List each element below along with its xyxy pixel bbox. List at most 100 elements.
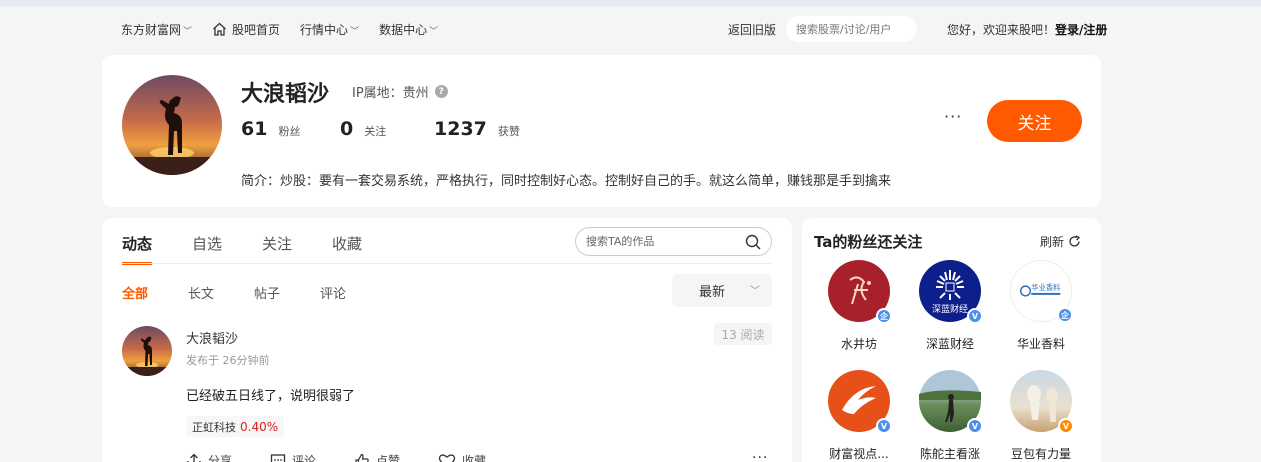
login-link[interactable]: 登录/注册 — [1055, 21, 1107, 38]
favorite-label: 收藏 — [462, 454, 487, 462]
fans-stat[interactable]: 61 粉丝 — [241, 118, 340, 140]
refresh-button[interactable]: 刷新 — [1040, 233, 1081, 250]
verified-badge-icon: V — [967, 308, 983, 324]
subtab-posts[interactable]: 帖子 — [254, 283, 280, 302]
sort-select-value: 最新 — [699, 285, 726, 300]
subtab-comments[interactable]: 评论 — [320, 283, 346, 302]
fan-name: 豆包有力量 — [1010, 447, 1071, 461]
follow-button[interactable]: 关注 — [987, 100, 1082, 142]
nav-market-center[interactable]: 行情中心 ﹀ — [300, 21, 359, 38]
comment-button[interactable]: 评论 — [270, 452, 316, 462]
verified-badge-icon: V — [967, 418, 983, 434]
refresh-icon — [1069, 235, 1081, 247]
fan-card[interactable]: V 财富视点... — [819, 370, 899, 462]
svg-text:深蓝财经: 深蓝财经 — [932, 303, 968, 315]
avatar[interactable]: 企 — [828, 260, 892, 324]
comment-icon — [270, 453, 286, 462]
avatar[interactable]: 深蓝财经 V — [919, 260, 983, 324]
nav-data-center[interactable]: 数据中心 ﹀ — [379, 21, 438, 38]
fan-name: 华业香料 — [1016, 337, 1065, 351]
verified-badge-icon: V — [876, 418, 892, 434]
feed-tabs: 动态 自选 关注 收藏 — [122, 233, 402, 265]
like-label: 点赞 — [376, 454, 401, 462]
tab-watchlist[interactable]: 自选 — [192, 233, 222, 265]
soldier-salute-avatar-image — [122, 75, 222, 175]
heart-icon — [438, 453, 456, 462]
avatar[interactable]: V — [919, 370, 983, 434]
nav-data-center-label: 数据中心 — [379, 22, 428, 37]
search-icon[interactable] — [745, 234, 761, 250]
post-author[interactable]: 大浪韬沙 — [186, 328, 238, 347]
ip-location: IP属地：贵州 ? — [352, 82, 448, 101]
fan-card[interactable]: 深蓝财经 V 深蓝财经 — [910, 260, 990, 352]
nav-guba-home-label: 股吧首页 — [232, 22, 281, 37]
likes-count: 1237 — [434, 118, 487, 140]
post-content[interactable]: 已经破五日线了，说明很弱了 — [186, 385, 355, 404]
favorite-button[interactable]: 收藏 — [438, 452, 486, 462]
share-label: 分享 — [208, 454, 233, 462]
post-more-button[interactable]: ··· — [752, 450, 768, 462]
share-button[interactable]: 分享 — [186, 452, 232, 462]
profile-username: 大浪韬沙 — [241, 82, 330, 107]
profile-bio: 简介：炒股：要有一套交易系统，严格执行，同时控制好心态。控制好自己的手。就这么简… — [241, 174, 892, 189]
fan-name: 深蓝财经 — [925, 337, 974, 351]
chevron-down-icon: ﹀ — [750, 286, 760, 297]
nav-left: 东方财富网 ﹀ 股吧首页 行情中心 ﹀ 数据中心 ﹀ — [121, 6, 458, 52]
stock-tag[interactable]: 正虹科技 0.40% — [186, 416, 285, 437]
nav-guba-home[interactable]: 股吧首页 — [212, 21, 280, 38]
sort-select[interactable]: 最新 ﹀ — [672, 274, 772, 307]
stock-name: 正虹科技 — [192, 420, 236, 434]
tab-dynamic[interactable]: 动态 — [122, 233, 153, 265]
chevron-down-icon: ﹀ — [350, 26, 360, 37]
nav-market-center-label: 行情中心 — [300, 22, 349, 37]
subtab-long-articles[interactable]: 长文 — [188, 283, 214, 302]
works-search — [575, 227, 772, 256]
chevron-down-icon: ﹀ — [429, 26, 439, 37]
works-search-input[interactable] — [586, 235, 741, 248]
post-time: 发布于 26分钟前 — [186, 354, 270, 367]
avatar[interactable]: V — [828, 370, 892, 434]
global-search-input[interactable] — [796, 22, 912, 36]
help-icon[interactable]: ? — [434, 85, 448, 98]
nav-right: 返回旧版 — [728, 6, 918, 52]
avatar[interactable]: V — [1010, 370, 1074, 434]
welcome-text: 您好，欢迎来股吧！ — [947, 22, 1056, 37]
avatar — [122, 75, 222, 175]
post-avatar[interactable] — [122, 326, 172, 376]
following-count: 0 — [340, 118, 354, 140]
recommend-card: Ta的粉丝还关注 刷新 企 水井坊 深蓝财经 V 深蓝财经 华业香料 企 华业香… — [802, 218, 1101, 462]
fan-name: 水井坊 — [840, 337, 877, 351]
fan-card[interactable]: V 豆包有力量 — [1001, 370, 1081, 462]
tab-following[interactable]: 关注 — [262, 233, 292, 265]
post-actions: 分享 评论 点赞 收藏 — [186, 452, 524, 462]
soldier-salute-avatar-image — [122, 326, 172, 376]
svg-text:华业香料: 华业香料 — [1031, 283, 1060, 292]
stock-change: 0.40% — [240, 419, 279, 434]
recommend-title: Ta的粉丝还关注 — [814, 233, 923, 251]
fan-card[interactable]: V 陈舵主看涨 — [910, 370, 990, 462]
read-count-badge: 13 阅读 — [714, 323, 772, 345]
following-stat[interactable]: 0 关注 — [340, 118, 434, 140]
fan-card[interactable]: 华业香料 企 华业香料 — [1001, 260, 1081, 352]
profile-stats: 61 粉丝 0 关注 1237 获赞 — [241, 118, 520, 140]
following-label: 关注 — [364, 125, 387, 138]
subtab-all[interactable]: 全部 — [122, 283, 148, 302]
top-nav: 东方财富网 ﹀ 股吧首页 行情中心 ﹀ 数据中心 ﹀ 返回旧版 您好，欢迎来股吧… — [0, 6, 1261, 52]
feed-card: 动态 自选 关注 收藏 全部 长文 帖子 评论 最新 ﹀ — [102, 218, 792, 462]
fan-card[interactable]: 企 水井坊 — [819, 260, 899, 352]
old-version-link[interactable]: 返回旧版 — [728, 21, 776, 38]
ip-location-text: IP属地：贵州 — [352, 86, 429, 101]
avatar[interactable]: 华业香料 企 — [1010, 260, 1073, 323]
like-button[interactable]: 点赞 — [354, 452, 400, 462]
nav-eastmoney[interactable]: 东方财富网 ﹀ — [121, 21, 192, 38]
tab-favorites[interactable]: 收藏 — [332, 233, 362, 265]
fans-label: 粉丝 — [278, 125, 301, 138]
refresh-label: 刷新 — [1040, 235, 1065, 249]
fan-name: 陈舵主看涨 — [919, 447, 980, 461]
welcome-area: 您好，欢迎来股吧！ 登录/注册 — [947, 6, 1107, 52]
share-icon — [187, 453, 201, 462]
likes-stat: 1237 获赞 — [434, 118, 520, 140]
feed-subtabs: 全部 长文 帖子 评论 — [122, 283, 386, 302]
home-icon — [213, 22, 226, 36]
more-options-button[interactable]: ··· — [944, 107, 962, 126]
